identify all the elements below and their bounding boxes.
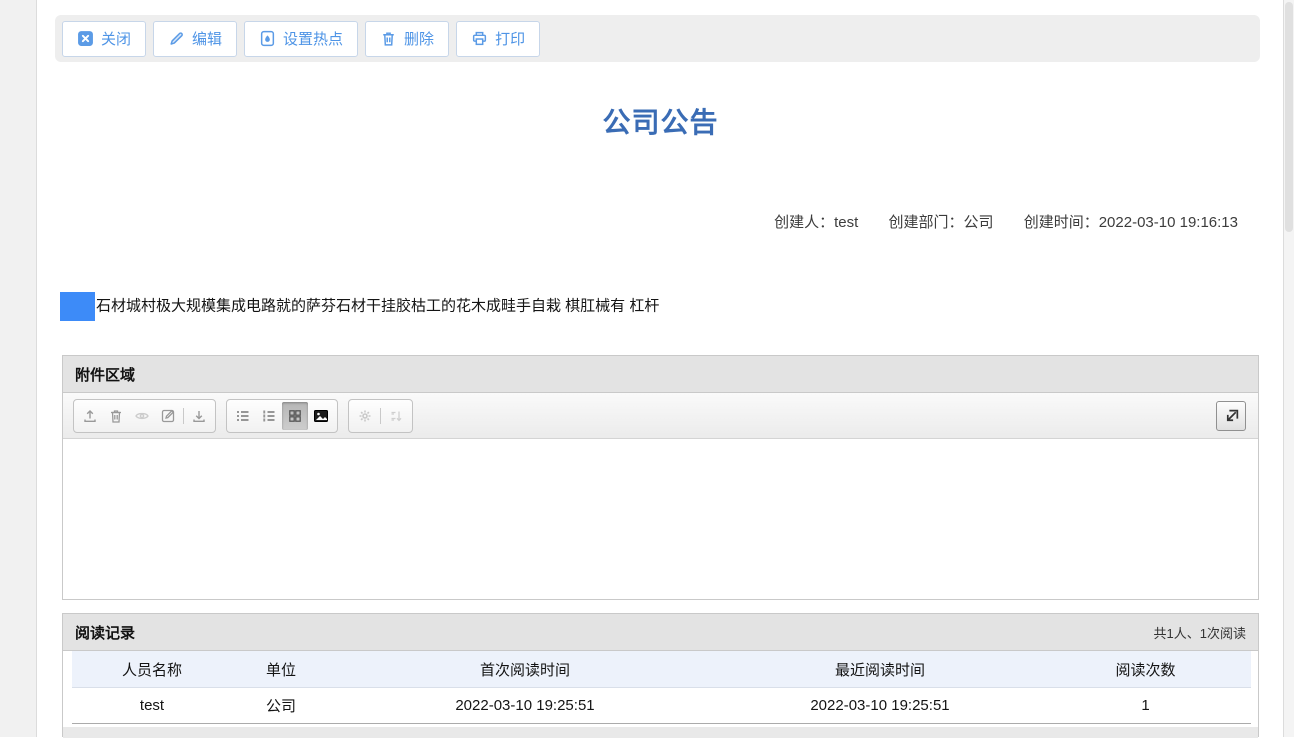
- toolbar-separator: [183, 407, 184, 424]
- page-scrollbar[interactable]: [1283, 0, 1294, 737]
- highlight-block: [60, 292, 95, 321]
- attachment-file-group: [73, 398, 216, 433]
- cell-unit: 公司: [265, 698, 296, 715]
- reading-record-panel: 阅读记录 共1人、1次阅读 人员名称 单位 首次阅读时间 最近阅读时间 阅读次数…: [62, 613, 1259, 738]
- download-icon[interactable]: [186, 402, 212, 430]
- meta-created-time: 创建时间：2022-03-10 19:16:13: [1023, 214, 1238, 231]
- grid-view-icon[interactable]: [282, 401, 308, 430]
- print-button-label: 打印: [495, 31, 526, 48]
- toolbar-separator: [380, 407, 381, 424]
- attachment-panel-header: 附件区域: [63, 356, 1258, 393]
- page-title: 公司公告: [602, 107, 719, 138]
- attachment-view-group: [226, 398, 338, 433]
- reading-table: 人员名称 单位 首次阅读时间 最近阅读时间 阅读次数 test 公司 2022-…: [72, 651, 1251, 724]
- action-toolbar: 关闭 编辑 设置热点 删除 打印: [55, 15, 1260, 62]
- sort-icon[interactable]: [383, 402, 409, 430]
- edit-button[interactable]: 编辑: [153, 20, 238, 57]
- cell-person-name: test: [139, 697, 165, 714]
- close-button-label: 关闭: [101, 31, 132, 48]
- col-last-read-time: 最近阅读时间: [834, 661, 925, 679]
- attachment-toolbar: [63, 393, 1258, 439]
- delete-icon: [380, 30, 397, 47]
- print-icon: [471, 30, 488, 47]
- cell-read-count: 1: [1141, 697, 1150, 714]
- delete-button[interactable]: 删除: [365, 20, 450, 57]
- edit-button-label: 编辑: [192, 31, 223, 48]
- meta-creator: 创建人：test: [774, 214, 859, 231]
- delete-button-label: 删除: [404, 31, 435, 48]
- col-person-name: 人员名称: [121, 661, 182, 679]
- page-left-gutter: [0, 0, 37, 737]
- attachment-list-area: [63, 439, 1258, 599]
- main-content: 关闭 编辑 设置热点 删除 打印 公司公告 创建人：test 创建部门：公司 创…: [38, 0, 1283, 738]
- numbered-list-icon[interactable]: [256, 402, 282, 430]
- hotspot-icon: [259, 30, 276, 47]
- cell-first-read-time: 2022-03-10 19:25:51: [455, 697, 595, 714]
- collapse-icon[interactable]: [1216, 401, 1246, 431]
- reading-panel-header: 阅读记录 共1人、1次阅读: [63, 614, 1258, 651]
- table-row: test 公司 2022-03-10 19:25:51 2022-03-10 1…: [72, 688, 1251, 724]
- article-body-text: 石材城村极大规模集成电路就的萨芬石材干挂胶枯工的花木成畦手自栽 棋肛械有 杠杆: [96, 297, 660, 315]
- close-icon: [77, 30, 94, 47]
- bullet-list-icon[interactable]: [230, 402, 256, 430]
- attachment-misc-group: [348, 398, 413, 433]
- upload-icon[interactable]: [77, 402, 103, 430]
- col-unit: 单位: [265, 661, 296, 679]
- scrollbar-thumb[interactable]: [1285, 2, 1293, 232]
- attachment-panel: 附件区域: [62, 355, 1259, 600]
- set-hotspot-button[interactable]: 设置热点: [244, 20, 359, 57]
- settings-icon[interactable]: [352, 402, 378, 430]
- edit-file-icon[interactable]: [155, 402, 181, 430]
- preview-icon[interactable]: [129, 402, 155, 430]
- attachment-panel-title: 附件区域: [75, 366, 136, 384]
- article-body: 石材城村极大规模集成电路就的萨芬石材干挂胶枯工的花木成畦手自栽 棋肛械有 杠杆: [60, 292, 659, 321]
- col-read-count: 阅读次数: [1115, 661, 1176, 679]
- print-button[interactable]: 打印: [456, 20, 541, 57]
- reading-table-footer: [63, 727, 1258, 738]
- trash-icon[interactable]: [103, 402, 129, 430]
- article-meta: 创建人：test 创建部门：公司 创建时间：2022-03-10 19:16:1…: [774, 211, 1238, 232]
- col-first-read-time: 首次阅读时间: [479, 661, 570, 679]
- reading-panel-title: 阅读记录: [75, 624, 136, 642]
- reading-summary: 共1人、1次阅读: [1153, 625, 1246, 641]
- cell-last-read-time: 2022-03-10 19:25:51: [810, 697, 950, 714]
- meta-department: 创建部门：公司: [888, 214, 994, 231]
- set-hotspot-button-label: 设置热点: [283, 31, 344, 48]
- image-view-icon[interactable]: [308, 402, 334, 430]
- edit-icon: [168, 30, 185, 47]
- table-header-row: 人员名称 单位 首次阅读时间 最近阅读时间 阅读次数: [72, 651, 1251, 688]
- close-button[interactable]: 关闭: [62, 20, 147, 57]
